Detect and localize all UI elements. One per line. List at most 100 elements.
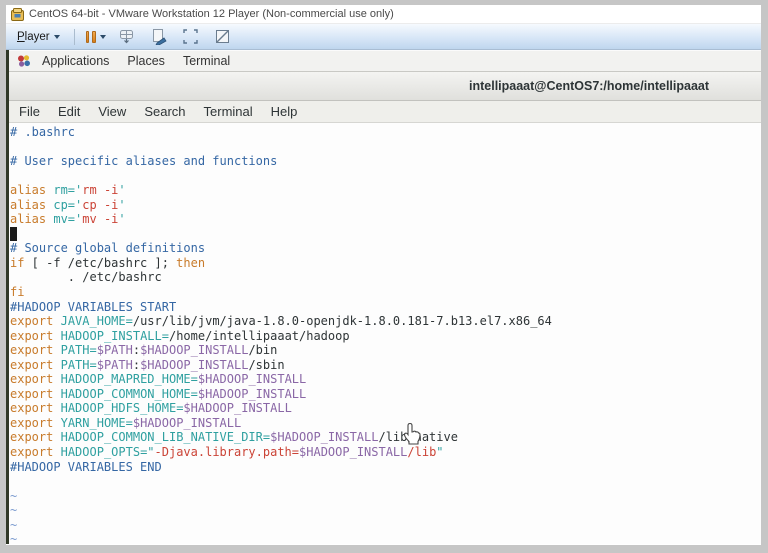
code-segment: : bbox=[132, 357, 141, 372]
vmware-player-window: CentOS 64-bit - VMware Workstation 12 Pl… bbox=[6, 5, 761, 545]
menu-item-file[interactable]: File bbox=[10, 104, 49, 119]
code-segment: $HADOOP_INSTALL bbox=[132, 415, 242, 430]
terminal-line: export HADOOP_COMMON_LIB_NATIVE_DIR=$HAD… bbox=[10, 430, 761, 445]
code-segment: YARN_HOME= bbox=[60, 415, 133, 430]
fullscreen-icon[interactable] bbox=[182, 28, 200, 46]
terminal-line: export YARN_HOME=$HADOOP_INSTALL bbox=[10, 416, 761, 431]
code-segment: cp=' bbox=[53, 197, 83, 212]
panel-item-applications[interactable]: Applications bbox=[35, 54, 120, 68]
code-segment: export bbox=[10, 445, 54, 460]
terminal-line: alias mv='mv -i' bbox=[10, 212, 761, 227]
terminal-line: export JAVA_HOME=/usr/lib/jvm/java-1.8.0… bbox=[10, 314, 761, 329]
menu-item-help[interactable]: Help bbox=[262, 104, 307, 119]
code-segment: $HADOOP_INSTALL bbox=[270, 430, 379, 445]
terminal-window-title: intellipaaat@CentOS7:/home/intellipaaat bbox=[469, 79, 710, 93]
terminal-line: #HADOOP VARIABLES START bbox=[10, 300, 761, 315]
code-segment: HADOOP_INSTALL= bbox=[60, 328, 169, 343]
code-segment: # Source global definitions bbox=[10, 241, 206, 256]
menu-item-search[interactable]: Search bbox=[135, 104, 194, 119]
code-segment: $HADOOP_INSTALL bbox=[197, 372, 307, 387]
terminal-line: export PATH=$PATH:$HADOOP_INSTALL/bin bbox=[10, 343, 761, 358]
code-segment: ~ bbox=[10, 503, 18, 518]
unity-mode-icon[interactable] bbox=[214, 28, 232, 46]
code-segment: -Djava.library.path= bbox=[154, 445, 300, 460]
panel-item-terminal[interactable]: Terminal bbox=[176, 54, 241, 68]
terminal-line: # User specific aliases and functions bbox=[10, 154, 761, 169]
terminal-content[interactable]: # .bashrc # User specific aliases and fun… bbox=[9, 123, 761, 543]
mouse-hand-cursor-icon bbox=[403, 422, 421, 450]
code-segment: . /etc/bashrc bbox=[10, 270, 162, 285]
code-segment: $HADOOP_INSTALL bbox=[197, 386, 307, 401]
terminal-line: alias cp='cp -i' bbox=[10, 198, 761, 213]
toolbar-separator bbox=[73, 28, 75, 45]
code-segment: HADOOP_HDFS_HOME= bbox=[60, 401, 184, 416]
menu-item-edit[interactable]: Edit bbox=[49, 104, 89, 119]
menu-item-terminal[interactable]: Terminal bbox=[195, 104, 262, 119]
code-segment: then bbox=[176, 255, 206, 270]
vmware-logo-icon bbox=[11, 7, 24, 21]
code-segment: /home/intellipaaat/hadoop bbox=[168, 328, 350, 343]
code-segment: fi bbox=[10, 285, 25, 300]
player-menu-label: Player bbox=[17, 30, 50, 43]
code-segment: " bbox=[436, 445, 444, 460]
code-segment: PATH= bbox=[60, 357, 97, 372]
code-segment: # .bashrc bbox=[10, 125, 76, 139]
code-segment: [ -f /etc/bashrc ]; bbox=[24, 255, 177, 270]
code-segment: /usr/lib/jvm/java-1.8.0-openjdk-1.8.0.18… bbox=[132, 314, 552, 329]
code-segment: export bbox=[10, 314, 54, 329]
terminal-menubar: File Edit View Search Terminal Help bbox=[9, 101, 761, 123]
grab-input-icon[interactable] bbox=[150, 28, 168, 46]
code-segment: alias bbox=[10, 212, 47, 227]
code-segment: $HADOOP_INSTALL bbox=[183, 401, 292, 416]
code-segment: /bin bbox=[248, 343, 278, 358]
terminal-line: export PATH=$PATH:$HADOOP_INSTALL/sbin bbox=[10, 358, 761, 373]
player-menu-button[interactable]: Player bbox=[12, 29, 65, 45]
code-segment: export bbox=[10, 430, 54, 445]
terminal-line: ~ bbox=[10, 489, 761, 504]
code-segment: export bbox=[10, 357, 54, 372]
terminal-titlebar[interactable]: intellipaaat@CentOS7:/home/intellipaaat bbox=[9, 72, 761, 101]
terminal-line: # Source global definitions bbox=[10, 241, 761, 256]
code-segment: export bbox=[10, 328, 54, 343]
vmware-titlebar: CentOS 64-bit - VMware Workstation 12 Pl… bbox=[6, 5, 761, 24]
panel-item-places[interactable]: Places bbox=[120, 54, 176, 68]
terminal-line: export HADOOP_MAPRED_HOME=$HADOOP_INSTAL… bbox=[10, 372, 761, 387]
send-ctrl-alt-del-icon[interactable] bbox=[118, 28, 136, 46]
code-segment: # User specific aliases and functions bbox=[10, 154, 278, 169]
code-segment: ' bbox=[118, 183, 126, 198]
code-segment: if bbox=[10, 255, 25, 270]
terminal-line: if [ -f /etc/bashrc ]; then bbox=[10, 256, 761, 271]
code-segment: ' bbox=[118, 197, 126, 212]
terminal-line: export HADOOP_INSTALL=/home/intellipaaat… bbox=[10, 329, 761, 344]
code-segment: PATH= bbox=[60, 343, 97, 358]
terminal-line: export HADOOP_COMMON_HOME=$HADOOP_INSTAL… bbox=[10, 387, 761, 402]
code-segment: : bbox=[132, 343, 141, 358]
gnome-top-panel: Applications Places Terminal bbox=[9, 50, 761, 72]
code-segment: #HADOOP VARIABLES START bbox=[10, 299, 177, 314]
pause-dropdown-icon[interactable] bbox=[99, 34, 106, 39]
terminal-line: ~ bbox=[10, 518, 761, 533]
terminal-line: # .bashrc bbox=[10, 125, 761, 140]
code-segment: ~ bbox=[10, 488, 18, 503]
code-segment: $HADOOP_INSTALL bbox=[140, 343, 249, 358]
code-segment: alias bbox=[10, 197, 47, 212]
terminal-line: fi bbox=[10, 285, 761, 300]
terminal-line: ~ bbox=[10, 503, 761, 518]
pause-icon[interactable] bbox=[85, 30, 96, 43]
code-segment: $HADOOP_INSTALL bbox=[299, 445, 408, 460]
terminal-line: alias rm='rm -i' bbox=[10, 183, 761, 198]
code-segment: /sbin bbox=[248, 357, 285, 372]
code-segment: alias bbox=[10, 183, 47, 198]
code-segment: export bbox=[10, 372, 54, 387]
code-segment: mv -i bbox=[82, 212, 119, 227]
menu-item-view[interactable]: View bbox=[89, 104, 135, 119]
code-segment: HADOOP_COMMON_LIB_NATIVE_DIR= bbox=[60, 430, 271, 445]
